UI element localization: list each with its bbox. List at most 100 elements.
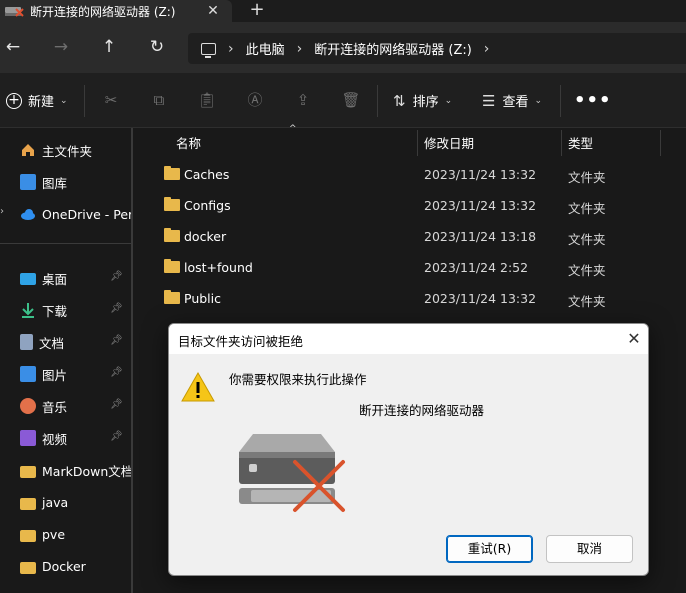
sidebar-item-java[interactable]: java: [0, 487, 132, 517]
title-bar: 断开连接的网络驱动器 (Z:) ✕ +: [0, 0, 686, 22]
breadcrumb-separator: ›: [228, 40, 234, 57]
sort-button[interactable]: ⇅ 排序 ⌄: [393, 91, 452, 111]
up-button[interactable]: ↑: [98, 36, 120, 58]
sidebar-item-downloads[interactable]: 下载 📌︎: [0, 295, 132, 325]
sidebar-item-home[interactable]: 主文件夹: [0, 135, 132, 165]
sidebar-item-onedrive[interactable]: › OneDrive - Per: [0, 199, 132, 229]
breadcrumb-network-drive[interactable]: 断开连接的网络驱动器 (Z:): [314, 39, 472, 58]
sidebar-item-label: 桌面: [42, 271, 68, 287]
close-icon[interactable]: ✕: [624, 329, 644, 349]
file-type: 文件夹: [568, 232, 606, 247]
delete-icon[interactable]: 🗑︎: [341, 90, 361, 110]
navigation-pane: 主文件夹 图库 › OneDrive - Per 桌面 📌︎ 下载 📌︎ 文档 …: [0, 128, 134, 593]
back-button[interactable]: ←: [2, 36, 24, 58]
expand-chevron-icon[interactable]: ›: [0, 206, 4, 217]
column-divider[interactable]: [417, 130, 418, 156]
column-header-type[interactable]: 类型: [568, 133, 593, 152]
view-button[interactable]: ☰ 查看 ⌄: [482, 91, 543, 111]
view-icon: ☰: [482, 91, 496, 110]
sidebar-item-videos[interactable]: 视频 📌︎: [0, 423, 132, 453]
chevron-down-icon: ⌄: [534, 95, 543, 106]
new-button[interactable]: + 新建 ⌄: [6, 91, 68, 110]
sidebar-item-documents[interactable]: 文档 📌︎: [0, 327, 132, 357]
file-row[interactable]: docker 2023/11/24 13:18 文件夹: [145, 221, 686, 252]
music-icon: [20, 398, 36, 414]
sidebar-item-label: pve: [42, 526, 66, 542]
sidebar-item-label: 音乐: [42, 399, 68, 415]
file-date: 2023/11/24 13:32: [424, 291, 537, 306]
pictures-icon: [20, 366, 36, 382]
pin-icon[interactable]: 📌︎: [110, 367, 123, 378]
address-bar[interactable]: › 此电脑 › 断开连接的网络驱动器 (Z:) ›: [188, 33, 686, 64]
file-row[interactable]: Public 2023/11/24 13:32 文件夹: [145, 283, 686, 314]
home-icon: [20, 142, 36, 158]
copy-icon[interactable]: ⧉: [149, 90, 169, 110]
column-header-date[interactable]: 修改日期: [424, 133, 474, 152]
sidebar-item-label: 文档: [39, 335, 65, 351]
pin-icon[interactable]: 📌︎: [110, 271, 123, 282]
sidebar-item-pve[interactable]: pve: [0, 519, 132, 549]
folder-icon: [20, 529, 36, 542]
folder-icon: [20, 561, 36, 574]
forward-button[interactable]: →: [50, 36, 72, 58]
folder-icon: [164, 166, 180, 180]
toolbar-divider: [377, 85, 378, 117]
breadcrumb-this-pc[interactable]: 此电脑: [246, 39, 285, 58]
this-pc-icon: [201, 42, 216, 58]
folder-icon: [20, 497, 36, 510]
pin-icon[interactable]: 📌︎: [110, 431, 123, 442]
paste-icon[interactable]: 📋︎: [197, 90, 217, 110]
plus-icon: +: [6, 92, 22, 109]
more-options-icon[interactable]: •••: [574, 90, 612, 111]
column-divider[interactable]: [561, 130, 562, 156]
tab-current[interactable]: 断开连接的网络驱动器 (Z:) ✕: [0, 0, 232, 22]
share-icon[interactable]: ⇪: [293, 90, 313, 110]
file-type: 文件夹: [568, 201, 606, 216]
file-name: Public: [184, 291, 221, 306]
folder-icon: [164, 290, 180, 304]
sidebar-item-desktop[interactable]: 桌面 📌︎: [0, 263, 132, 293]
dialog-title-bar: 目标文件夹访问被拒绝 ✕: [169, 324, 648, 354]
dialog-title: 目标文件夹访问被拒绝: [178, 334, 304, 349]
cut-icon[interactable]: ✂: [101, 90, 121, 110]
file-name: docker: [184, 229, 227, 244]
sidebar-item-label: 视频: [42, 431, 68, 447]
view-label: 查看: [502, 95, 529, 110]
sidebar-item-label: 主文件夹: [42, 143, 93, 159]
file-row[interactable]: lost+found 2023/11/24 2:52 文件夹: [145, 252, 686, 283]
desktop-icon: [20, 273, 36, 285]
file-date: 2023/11/24 2:52: [424, 260, 529, 275]
sidebar-item-gallery[interactable]: 图库: [0, 167, 132, 197]
rename-icon[interactable]: Ⓐ: [245, 90, 265, 110]
folder-icon: [164, 259, 180, 273]
download-icon: [20, 302, 36, 318]
sidebar-divider: [0, 243, 131, 244]
breadcrumb-separator[interactable]: ›: [484, 41, 490, 57]
sidebar-item-pictures[interactable]: 图片 📌︎: [0, 359, 132, 389]
file-row[interactable]: Configs 2023/11/24 13:32 文件夹: [145, 190, 686, 221]
sidebar-item-docker[interactable]: Docker: [0, 551, 132, 581]
pin-icon[interactable]: 📌︎: [110, 399, 123, 410]
navigation-bar: ← → ↑ ↻ › 此电脑 › 断开连接的网络驱动器 (Z:) ›: [0, 22, 686, 73]
chevron-down-icon: ⌄: [60, 95, 68, 106]
sidebar-item-label: MarkDown文档: [42, 463, 132, 479]
command-bar: + 新建 ⌄ ✂ ⧉ 📋︎ Ⓐ ⇪ 🗑︎ ⇅ 排序 ⌄ ☰ 查看 ⌄ •••: [0, 73, 686, 128]
retry-button[interactable]: 重试(R): [446, 535, 533, 563]
pin-icon[interactable]: 📌︎: [110, 303, 123, 314]
column-divider[interactable]: [660, 130, 661, 156]
cancel-button[interactable]: 取消: [546, 535, 633, 563]
tab-close-icon[interactable]: ✕: [205, 3, 221, 19]
file-row[interactable]: Caches 2023/11/24 13:32 文件夹: [145, 159, 686, 190]
column-header-name[interactable]: 名称: [176, 133, 201, 152]
sidebar-scrollbar[interactable]: [131, 128, 133, 593]
new-tab-button[interactable]: +: [248, 1, 266, 19]
file-name: lost+found: [184, 260, 253, 275]
sidebar-item-markdown[interactable]: MarkDown文档: [0, 455, 132, 485]
refresh-button[interactable]: ↻: [146, 36, 168, 58]
sort-label: 排序: [412, 95, 439, 110]
pin-icon[interactable]: 📌︎: [110, 335, 123, 346]
file-date: 2023/11/24 13:18: [424, 229, 537, 244]
network-drive-icon: [4, 5, 24, 17]
sidebar-item-music[interactable]: 音乐 📌︎: [0, 391, 132, 421]
breadcrumb-separator: ›: [296, 40, 303, 57]
